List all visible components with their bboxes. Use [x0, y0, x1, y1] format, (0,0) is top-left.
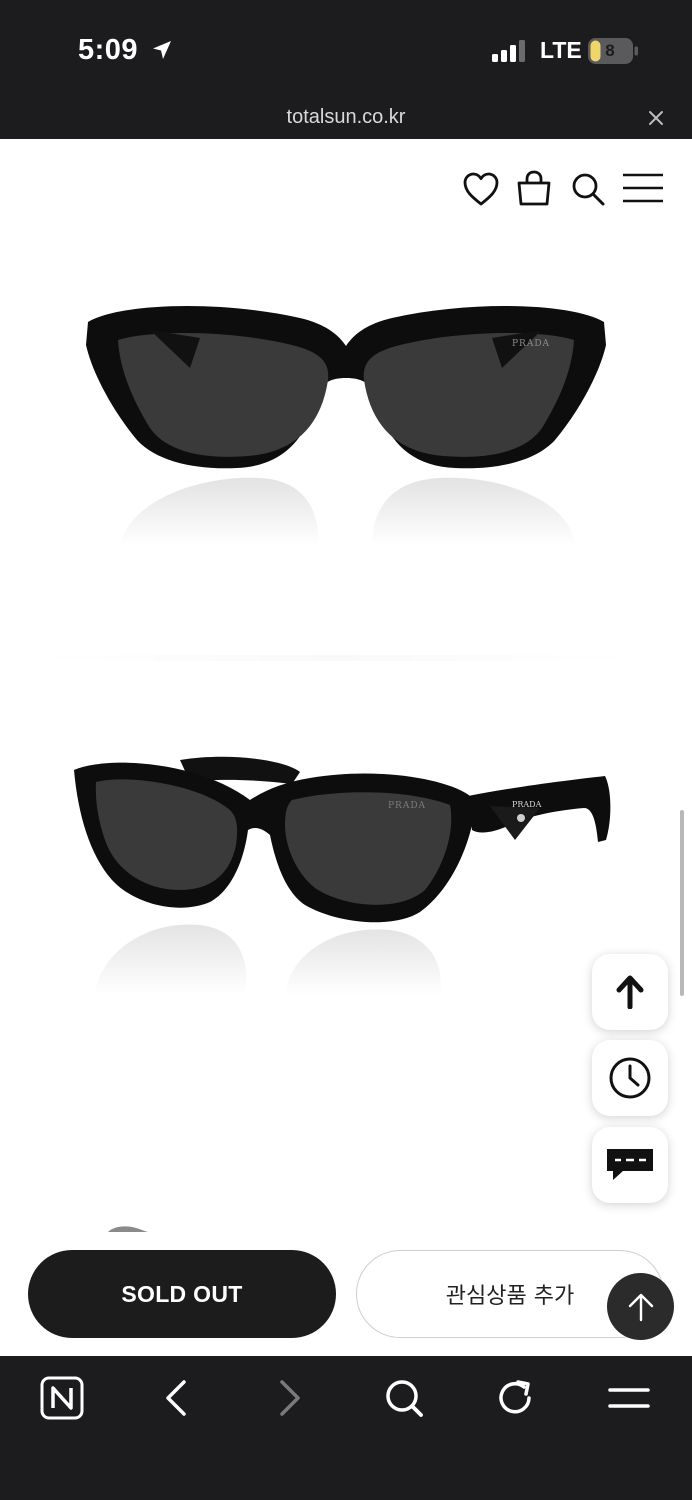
- site-header: [0, 139, 692, 234]
- brand-mark-lens: PRADA: [388, 801, 426, 811]
- clock-icon: [609, 1057, 651, 1099]
- menu-icon[interactable]: [608, 1376, 650, 1420]
- product-image-front[interactable]: PRADA: [0, 270, 692, 570]
- battery-level: 8: [605, 41, 615, 60]
- back-icon[interactable]: [160, 1376, 190, 1420]
- menu-icon[interactable]: [622, 173, 664, 203]
- arrow-up-icon: [628, 1293, 653, 1321]
- brand-mark-temple: PRADA: [512, 800, 542, 809]
- network-label: LTE: [540, 37, 582, 63]
- url-text[interactable]: totalsun.co.kr: [0, 106, 692, 129]
- chat-button[interactable]: [592, 1127, 668, 1203]
- scroll-indicator[interactable]: [680, 810, 684, 996]
- search-icon[interactable]: [384, 1376, 424, 1420]
- chat-icon: [607, 1149, 653, 1180]
- forward-icon[interactable]: [276, 1376, 306, 1420]
- recent-view-button[interactable]: [592, 1040, 668, 1116]
- status-time: 5:09: [78, 34, 139, 66]
- signal-icon: [492, 40, 525, 62]
- location-arrow-icon: [153, 41, 171, 59]
- brand-mark: PRADA: [512, 339, 550, 349]
- sold-out-button[interactable]: SOLD OUT: [28, 1250, 336, 1338]
- scroll-top-button[interactable]: [607, 1273, 674, 1340]
- action-bar: SOLD OUT 관심상품 추가: [0, 1240, 692, 1356]
- naver-icon[interactable]: [40, 1376, 84, 1420]
- url-bar[interactable]: totalsun.co.kr: [0, 100, 692, 139]
- arrow-up-icon: [616, 975, 644, 1009]
- browser-toolbar: [0, 1356, 692, 1500]
- heart-icon[interactable]: [462, 171, 500, 207]
- reload-icon[interactable]: [496, 1376, 536, 1420]
- status-bar: 5:09 LTE 8: [0, 0, 692, 100]
- shopping-bag-icon[interactable]: [515, 169, 553, 207]
- search-icon[interactable]: [570, 171, 606, 207]
- close-icon[interactable]: [646, 108, 666, 128]
- next-image-peek: [108, 1226, 148, 1232]
- scroll-up-button[interactable]: [592, 954, 668, 1030]
- product-image-side[interactable]: PRADA PRADA: [0, 735, 692, 1035]
- divider: [30, 655, 640, 661]
